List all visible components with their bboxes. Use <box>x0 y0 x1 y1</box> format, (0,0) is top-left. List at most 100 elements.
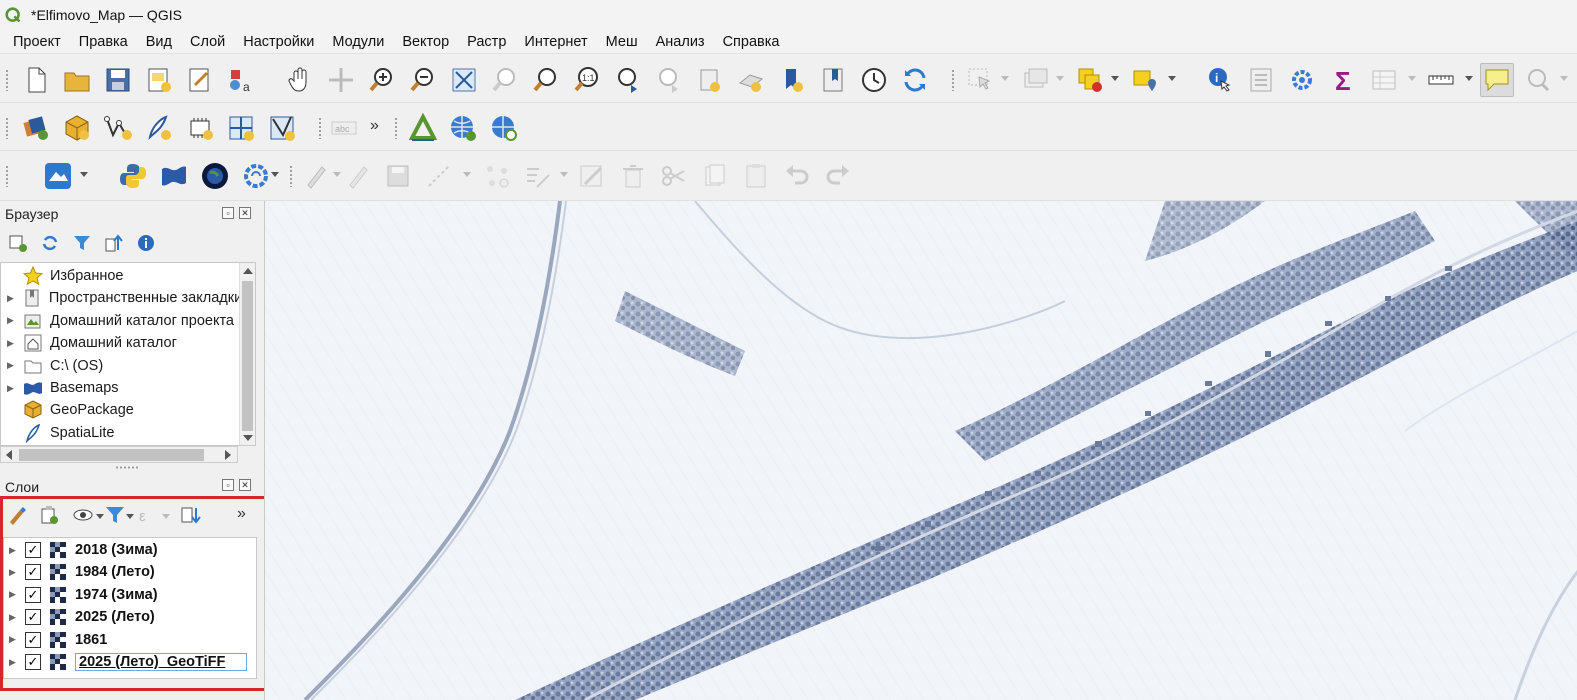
browser-item[interactable]: Избранное <box>1 265 239 287</box>
menu-item[interactable]: Настройки <box>234 30 323 54</box>
manage-visibility-icon[interactable] <box>72 504 94 526</box>
layer-row[interactable]: ▶ ✓ 1984 (Лето) <box>4 561 256 583</box>
temporal-controller-button[interactable] <box>857 63 891 97</box>
map-canvas[interactable] <box>264 201 1577 700</box>
menu-item[interactable]: Вектор <box>393 30 458 54</box>
pan-to-selection-button[interactable] <box>324 63 358 97</box>
select-features-dropdown[interactable] <box>1001 76 1009 81</box>
plugin-sync-button[interactable] <box>239 159 273 193</box>
filter-icon[interactable] <box>72 233 92 253</box>
current-edits-button[interactable] <box>298 159 332 193</box>
expand-arrow-icon[interactable]: ▶ <box>7 293 14 304</box>
scroll-up-icon[interactable] <box>243 268 253 274</box>
georeferencer-button[interactable] <box>406 111 440 145</box>
attribute-table-dropdown[interactable] <box>1408 76 1416 81</box>
add-layers-icon[interactable] <box>8 233 28 253</box>
new-geopackage-button[interactable] <box>60 111 94 145</box>
expand-arrow-icon[interactable]: ▶ <box>9 634 16 645</box>
new-mesh-layer-button[interactable] <box>265 111 299 145</box>
save-project-button[interactable] <box>101 63 135 97</box>
bookmarks-list-button[interactable] <box>816 63 850 97</box>
filter-expression-icon[interactable]: ε <box>136 504 158 526</box>
zoom-to-selection-button[interactable] <box>488 63 522 97</box>
identify-features-button[interactable]: i <box>1203 63 1237 97</box>
toolbar-grip[interactable] <box>318 117 322 139</box>
menu-item[interactable]: Анализ <box>647 30 714 54</box>
statistical-summary-button[interactable]: Σ <box>1326 63 1360 97</box>
menu-item[interactable]: Интернет <box>515 30 596 54</box>
expression-dropdown[interactable] <box>162 514 170 519</box>
browser-item[interactable]: GeoPackage <box>1 399 239 421</box>
expand-arrow-icon[interactable]: ▶ <box>9 657 16 668</box>
menu-item[interactable]: Вид <box>137 30 181 54</box>
plugin-globe-button[interactable] <box>198 159 232 193</box>
browser-item[interactable]: ▶ Basemaps <box>1 377 239 399</box>
calculator-button[interactable] <box>1244 63 1278 97</box>
menu-item[interactable]: Меш <box>597 30 647 54</box>
layer-visibility-checkbox[interactable]: ✓ <box>25 542 41 558</box>
select-features-button[interactable] <box>963 63 997 97</box>
zoom-to-layer-button[interactable] <box>529 63 563 97</box>
layer-visibility-checkbox[interactable]: ✓ <box>25 631 41 648</box>
cut-features-button[interactable] <box>657 159 691 193</box>
pan-map-button[interactable] <box>283 63 317 97</box>
select-by-location-button[interactable] <box>1128 63 1162 97</box>
annotation-dropdown[interactable] <box>1560 76 1568 81</box>
bookmark-button[interactable] <box>775 63 809 97</box>
map-tips-button[interactable] <box>1480 63 1514 97</box>
metasearch-button[interactable] <box>487 111 521 145</box>
toolbar-grip[interactable] <box>5 69 9 91</box>
toolbar-grip[interactable] <box>951 69 955 91</box>
expand-all-icon[interactable] <box>180 504 202 526</box>
toolbar-grip[interactable] <box>5 165 9 187</box>
delete-selected-button[interactable] <box>616 159 650 193</box>
expand-arrow-icon[interactable]: ▶ <box>7 315 15 326</box>
layer-row[interactable]: ▶ ✓ 2018 (Зима) <box>4 539 256 561</box>
browser-item[interactable]: ▶ Пространственные закладки <box>1 287 239 309</box>
menu-item[interactable]: Растр <box>458 30 515 54</box>
expand-arrow-icon[interactable]: ▶ <box>7 338 15 349</box>
annotation-button[interactable] <box>1521 63 1555 97</box>
digitize-button[interactable] <box>422 159 456 193</box>
layers-toolbar-overflow-button[interactable]: » <box>237 505 246 523</box>
float-panel-icon[interactable]: ▫ <box>222 479 234 491</box>
quickmapservices-dropdown[interactable] <box>80 172 88 177</box>
measure-line-button[interactable] <box>1424 63 1458 97</box>
menu-item[interactable]: Слой <box>181 30 234 54</box>
filter-legend-icon[interactable] <box>104 504 126 526</box>
new-print-layout-button[interactable] <box>142 63 176 97</box>
redo-button[interactable] <box>821 159 855 193</box>
processing-toolbox-button[interactable] <box>1285 63 1319 97</box>
attribute-select-dropdown[interactable] <box>1056 76 1064 81</box>
new-spatial-bookmark-button[interactable] <box>693 63 727 97</box>
visibility-dropdown[interactable] <box>96 514 104 519</box>
new-temporary-layer-button[interactable] <box>183 111 217 145</box>
refresh-button[interactable] <box>898 63 932 97</box>
attribute-table-button[interactable] <box>1367 63 1401 97</box>
menu-item[interactable]: Правка <box>70 30 137 54</box>
scroll-down-icon[interactable] <box>243 435 253 441</box>
zoom-last-button[interactable] <box>611 63 645 97</box>
vertex-tool-button[interactable] <box>480 159 514 193</box>
filter-dropdown[interactable] <box>126 514 134 519</box>
expand-arrow-icon[interactable]: ▶ <box>9 567 16 578</box>
layer-visibility-checkbox[interactable]: ✓ <box>25 654 41 670</box>
zoom-next-button[interactable] <box>652 63 686 97</box>
digitize-dropdown[interactable] <box>463 172 471 177</box>
scroll-left-icon[interactable] <box>6 450 12 460</box>
layer-row[interactable]: ▶ ✓ 1974 (Зима) <box>4 584 256 606</box>
paste-features-button[interactable] <box>739 159 773 193</box>
horizontal-scrollbar[interactable] <box>0 446 238 463</box>
browser-item[interactable]: ▶ Домашний каталог проекта <box>1 310 239 332</box>
plugin-sync-dropdown[interactable] <box>271 172 279 177</box>
undo-button[interactable] <box>780 159 814 193</box>
vertex-editor-button[interactable] <box>521 159 555 193</box>
menu-item[interactable]: Модули <box>323 30 393 54</box>
data-source-manager-button[interactable] <box>19 111 53 145</box>
save-layer-edits-button[interactable] <box>381 159 415 193</box>
open-project-button[interactable] <box>60 63 94 97</box>
style-manager-button[interactable]: a <box>224 63 258 97</box>
zoom-out-button[interactable] <box>406 63 440 97</box>
measure-dropdown[interactable] <box>1465 76 1473 81</box>
scrollbar-thumb[interactable] <box>19 449 204 461</box>
